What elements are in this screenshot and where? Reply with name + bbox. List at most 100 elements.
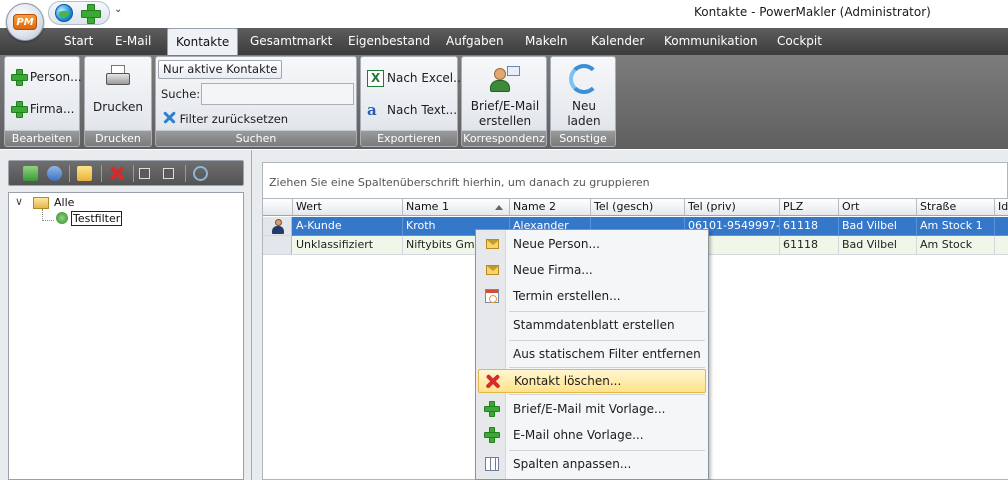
menu-item-email-without-template-label: E-Mail ohne Vorlage... [513, 428, 644, 442]
tab-gesamtmarkt[interactable]: Gesamtmarkt [250, 28, 332, 55]
filter-toolbar [8, 160, 244, 186]
cell-wert: Unklassifiziert [293, 236, 403, 255]
globe-icon[interactable] [55, 4, 73, 22]
plus-icon [484, 427, 500, 443]
folder-icon[interactable] [77, 166, 92, 181]
group-label-korrespondenz: Korrespondenz [462, 130, 546, 146]
group-by-panel[interactable]: Ziehen Sie eine Spaltenüberschrift hierh… [262, 162, 1008, 198]
cell-ort: Bad Vilbel [839, 236, 917, 255]
tab-start[interactable]: Start [64, 28, 93, 55]
collapse-chevron-icon[interactable]: ∨ [15, 195, 23, 208]
new-firma-button[interactable]: Firma... [11, 101, 74, 118]
print-button[interactable]: Drucken [89, 63, 147, 123]
ribbon-group-bearbeiten: Person... Firma... Bearbeiten [4, 56, 82, 147]
tab-cockpit[interactable]: Cockpit [777, 28, 822, 55]
add-filter-icon[interactable] [23, 166, 38, 181]
menu-item-letter-email-template-label: Brief/E-Mail mit Vorlage... [513, 402, 666, 416]
tab-makeln[interactable]: Makeln [525, 28, 568, 55]
excel-icon [367, 70, 384, 87]
tab-aufgaben[interactable]: Aufgaben [446, 28, 504, 55]
toolbar-separator [133, 165, 134, 182]
export-excel-button[interactable]: Nach Excel... [367, 69, 465, 89]
tree-node-testfilter[interactable]: Testfilter [71, 211, 123, 226]
export-text-label: Nach Text... [387, 103, 458, 117]
menu-item-email-without-template[interactable]: E-Mail ohne Vorlage... [478, 423, 706, 447]
menu-separator [509, 394, 705, 395]
menu-item-new-person[interactable]: Neue Person... [478, 232, 706, 256]
reset-filter-button[interactable]: Filter zurücksetzen [162, 111, 288, 126]
menu-item-delete-contact[interactable]: Kontakt löschen... [478, 369, 706, 393]
menu-separator [509, 450, 705, 451]
search-input[interactable] [201, 83, 354, 105]
calendar-icon [484, 288, 500, 304]
tab-kommunikation[interactable]: Kommunikation [664, 28, 758, 55]
menu-item-remove-from-static-filter[interactable]: Aus statischem Filter entfernen [478, 342, 706, 366]
column-header-indicator [263, 199, 293, 216]
add-icon[interactable] [81, 4, 101, 24]
menu-item-create-appointment-label: Termin erstellen... [513, 289, 621, 303]
tab-email[interactable]: E-Mail [115, 28, 151, 55]
create-letter-email-button[interactable]: Brief/E-Mail erstellen [465, 62, 545, 130]
app-logo: PM [13, 14, 37, 30]
new-person-button[interactable]: Person... [11, 69, 82, 86]
tree-connector [42, 220, 54, 221]
cell-ort: Bad Vilbel [839, 217, 917, 236]
row-indicator [263, 236, 292, 255]
reload-line1: Neu [572, 99, 596, 113]
column-header-ort[interactable]: Ort [839, 199, 917, 216]
column-header-id[interactable]: Id [995, 199, 1008, 216]
menu-separator [509, 311, 705, 312]
toolbar-separator [101, 165, 102, 182]
refresh-icon[interactable] [193, 166, 208, 181]
filter-pane: ∨ Alle Testfilter [0, 150, 252, 480]
menu-item-customize-columns[interactable]: Spalten anpassen... [478, 452, 706, 476]
cell-wert: A-Kunde [293, 217, 403, 236]
collapse-all-icon[interactable] [163, 168, 174, 179]
reload-button[interactable]: Neu laden [554, 62, 614, 130]
print-label: Drucken [93, 100, 143, 114]
menu-item-letter-email-template[interactable]: Brief/E-Mail mit Vorlage... [478, 397, 706, 421]
tree-node-alle[interactable]: Alle [54, 196, 74, 209]
menu-item-remove-from-static-filter-label: Aus statischem Filter entfernen [513, 347, 701, 361]
quick-access-toolbar [48, 1, 110, 25]
active-contacts-toggle[interactable]: Nur aktive Kontakte [158, 60, 283, 79]
database-icon[interactable] [47, 166, 62, 181]
column-header-strasse[interactable]: Straße [917, 199, 995, 216]
menu-item-create-appointment[interactable]: Termin erstellen... [478, 284, 706, 308]
text-file-icon: a [367, 101, 377, 119]
group-label-drucken: Drucken [85, 130, 151, 146]
ribbon-group-suchen: Nur aktive Kontakte Suche: Filter zurück… [155, 56, 357, 147]
column-header-tel-gesch[interactable]: Tel (gesch) [591, 199, 685, 216]
envelope-icon [484, 236, 500, 252]
row-indicator [263, 217, 292, 236]
context-menu: Neue Person... Neue Firma... Termin erst… [475, 229, 709, 480]
ribbon-group-korrespondenz: Brief/E-Mail erstellen Korrespondenz [461, 56, 547, 147]
column-header-name2[interactable]: Name 2 [510, 199, 591, 216]
tab-eigenbestand[interactable]: Eigenbestand [348, 28, 430, 55]
cell-strasse: Am Stock [917, 236, 995, 255]
create-letter-email-line2: erstellen [478, 114, 532, 128]
delete-icon[interactable] [109, 166, 124, 181]
cell-plz: 61118 [780, 217, 839, 236]
menu-item-new-person-label: Neue Person... [513, 237, 600, 251]
menu-item-master-data-sheet[interactable]: Stammdatenblatt erstellen [478, 313, 706, 337]
toolbar-separator [185, 165, 186, 182]
export-text-button[interactable]: a Nach Text... [367, 101, 457, 121]
toolbar-separator [69, 165, 70, 182]
window-title: Kontakte - PowerMakler (Administrator) [694, 5, 931, 19]
column-header-name1[interactable]: Name 1 [403, 199, 510, 216]
tab-kalender[interactable]: Kalender [591, 28, 644, 55]
ribbon-group-drucken: Drucken Drucken [84, 56, 152, 147]
column-header-wert[interactable]: Wert [293, 199, 403, 216]
quick-access-menu-chevron-icon[interactable]: ⌄ [114, 4, 122, 15]
folder-icon [33, 197, 49, 209]
group-label-suchen: Suchen [156, 130, 356, 146]
expand-all-icon[interactable] [139, 168, 150, 179]
application-menu-button[interactable]: PM [6, 3, 44, 41]
menu-item-new-firma[interactable]: Neue Firma... [478, 258, 706, 282]
column-header-tel-priv[interactable]: Tel (priv) [685, 199, 780, 216]
cell-id [995, 217, 1008, 236]
column-header-plz[interactable]: PLZ [780, 199, 839, 216]
group-by-hint: Ziehen Sie eine Spaltenüberschrift hierh… [269, 176, 650, 189]
tab-kontakte[interactable]: Kontakte [167, 28, 239, 56]
